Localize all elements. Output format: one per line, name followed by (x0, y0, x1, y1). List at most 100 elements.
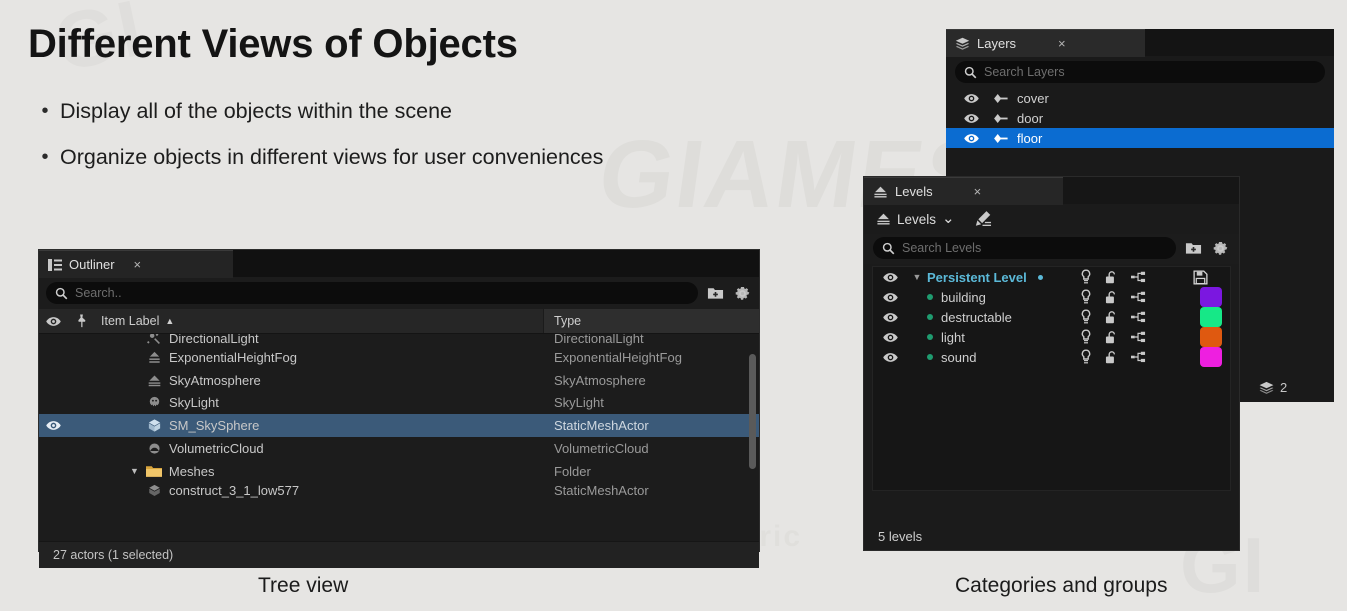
column-type[interactable]: Type (543, 309, 759, 333)
close-icon[interactable]: × (974, 184, 982, 199)
unlock-icon[interactable] (1105, 290, 1118, 305)
row-name: destructable (941, 310, 1012, 325)
new-folder-icon[interactable] (1183, 238, 1203, 258)
list-item[interactable]: building (873, 287, 1230, 307)
level-color-swatch[interactable] (1200, 287, 1222, 307)
row-visibility-icon[interactable] (964, 133, 979, 144)
streaming-icon[interactable] (1131, 271, 1146, 283)
lightbulb-icon[interactable] (1080, 309, 1092, 325)
row-visibility-icon[interactable] (39, 420, 67, 431)
unlock-icon[interactable] (1105, 330, 1118, 345)
layers-search-row: Search Layers (946, 56, 1334, 88)
list-item: • Organize objects in different views fo… (30, 142, 850, 172)
list-item[interactable]: light (873, 327, 1230, 347)
column-pin-icon[interactable] (67, 314, 95, 328)
list-item[interactable]: destructable (873, 307, 1230, 327)
list-item[interactable]: sound (873, 347, 1230, 367)
lightbulb-icon[interactable] (1080, 349, 1092, 365)
row-name: cover (1017, 91, 1049, 106)
row-label: SkyLight (95, 395, 544, 410)
table-row[interactable]: ExponentialHeightFog ExponentialHeightFo… (39, 346, 759, 369)
layer-count-badge: 2 (1258, 380, 1287, 395)
streaming-icon[interactable] (1131, 291, 1146, 303)
row-label: DirectionalLight (95, 334, 544, 346)
row-visibility-icon[interactable] (873, 292, 907, 303)
layer-count-value: 2 (1280, 380, 1287, 395)
tab-levels[interactable]: Levels × (864, 177, 1063, 205)
row-visibility-icon[interactable] (873, 312, 907, 323)
lightbulb-icon[interactable] (1080, 329, 1092, 345)
level-color-swatch[interactable] (1200, 307, 1222, 327)
table-row[interactable]: VolumetricCloud VolumetricCloud (39, 437, 759, 460)
expander-icon[interactable]: ▼ (907, 272, 927, 282)
streaming-icon[interactable] (1131, 351, 1146, 363)
table-row[interactable]: construct_3_1_low577 StaticMeshActor (39, 483, 759, 499)
list-item[interactable]: door (946, 108, 1334, 128)
row-visibility-icon[interactable] (873, 332, 907, 343)
list-item: • Display all of the objects within the … (30, 96, 850, 126)
row-label: SkyAtmosphere (95, 373, 544, 388)
row-visibility-icon[interactable] (964, 93, 979, 104)
gear-icon[interactable] (1210, 238, 1230, 258)
tab-outliner[interactable]: Outliner × (39, 250, 233, 278)
table-row[interactable]: ▼ Meshes Folder (39, 460, 759, 483)
row-type: VolumetricCloud (544, 441, 759, 456)
row-action-icons (1080, 289, 1170, 305)
static-mesh-icon (147, 418, 162, 433)
fog-icon (147, 350, 162, 365)
unlock-icon[interactable] (1105, 310, 1118, 325)
table-row[interactable]: SkyAtmosphere SkyAtmosphere (39, 369, 759, 392)
expander-icon[interactable]: ▼ (130, 466, 139, 476)
edit-pencil-icon[interactable] (973, 209, 993, 229)
unlock-icon[interactable] (1105, 270, 1118, 285)
chevron-down-icon: ⌄ (942, 215, 955, 223)
list-item[interactable]: cover (946, 88, 1334, 108)
outliner-icon (48, 258, 62, 272)
list-item-selected[interactable]: floor (946, 128, 1334, 148)
level-status-dot-icon (927, 294, 933, 300)
level-color-swatch[interactable] (1200, 347, 1222, 367)
streaming-icon[interactable] (1131, 331, 1146, 343)
row-label: building (927, 290, 1080, 305)
table-row[interactable]: DirectionalLight DirectionalLight (39, 334, 759, 346)
box-stack-icon (1258, 381, 1275, 395)
row-visibility-icon[interactable] (873, 352, 907, 363)
search-input[interactable]: Search Layers (955, 61, 1325, 83)
table-row-selected[interactable]: SM_SkySphere StaticMeshActor (39, 414, 759, 437)
tab-layers[interactable]: Layers × (946, 29, 1145, 57)
row-visibility-icon[interactable] (873, 272, 907, 283)
gear-icon[interactable] (732, 283, 752, 303)
new-folder-icon[interactable] (705, 283, 725, 303)
close-icon[interactable]: × (1058, 36, 1066, 51)
layers-rows: cover door floor (946, 88, 1334, 148)
table-row[interactable]: SkyLight SkyLight (39, 392, 759, 415)
row-name: Meshes (169, 464, 215, 479)
layers-panel-backdrop (1240, 152, 1334, 402)
folder-icon (146, 464, 162, 478)
search-input[interactable]: Search Levels (873, 237, 1176, 259)
volumetric-cloud-icon (147, 441, 162, 456)
row-visibility-icon[interactable] (964, 113, 979, 124)
row-label: ▼ Meshes (95, 464, 544, 479)
level-color-swatch[interactable] (1200, 327, 1222, 347)
layers-stack-icon (955, 37, 970, 51)
column-item-label[interactable]: Item Label ▲ (95, 314, 543, 328)
row-name: floor (1017, 131, 1042, 146)
outliner-status-bar: 27 actors (1 selected) (39, 541, 759, 568)
streaming-icon[interactable] (1131, 311, 1146, 323)
unlock-icon[interactable] (1105, 350, 1118, 365)
save-level-icon[interactable] (1170, 270, 1230, 285)
list-item[interactable]: ▼ Persistent Level (873, 267, 1230, 287)
lightbulb-icon[interactable] (1080, 269, 1092, 285)
row-name: building (941, 290, 986, 305)
column-visibility-icon[interactable] (39, 316, 67, 327)
sky-light-icon (147, 395, 162, 410)
outliner-scrollbar[interactable] (749, 354, 756, 469)
lightbulb-icon[interactable] (1080, 289, 1092, 305)
sort-ascending-icon: ▲ (165, 316, 174, 326)
tab-label: Levels (895, 184, 933, 199)
levels-dropdown-button[interactable]: Levels ⌄ (876, 212, 955, 227)
row-label: construct_3_1_low577 (95, 483, 544, 498)
search-input[interactable]: Search.. (46, 282, 698, 304)
close-icon[interactable]: × (134, 257, 142, 272)
